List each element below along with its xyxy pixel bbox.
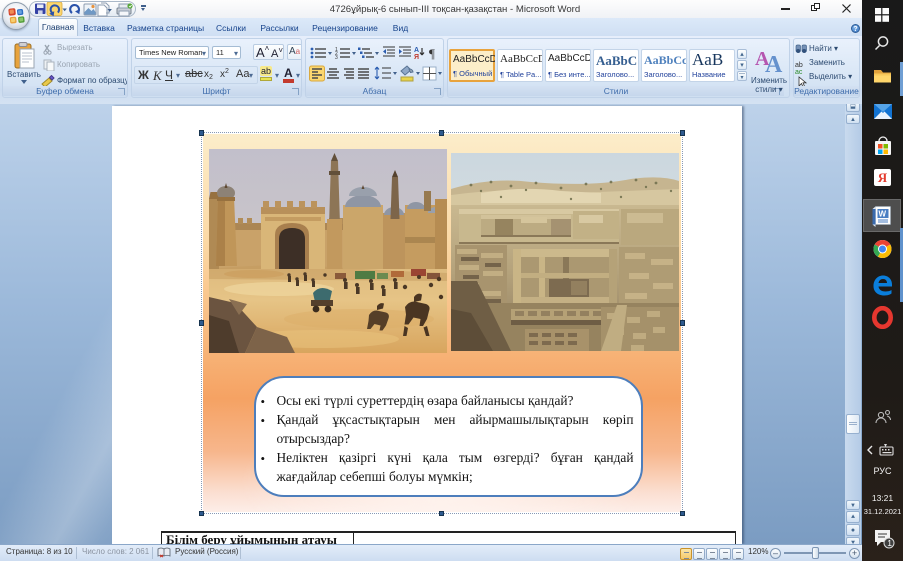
svg-text:ab: ab [795, 62, 803, 69]
svg-text:¶: ¶ [429, 46, 435, 61]
svg-text:А: А [414, 47, 419, 54]
svg-text:ac: ac [795, 69, 803, 76]
svg-text:W: W [879, 210, 887, 219]
svg-text:1: 1 [887, 538, 892, 548]
svg-text:3: 3 [335, 55, 338, 61]
svg-text:A: A [765, 52, 783, 75]
svg-text:Я: Я [414, 54, 419, 61]
